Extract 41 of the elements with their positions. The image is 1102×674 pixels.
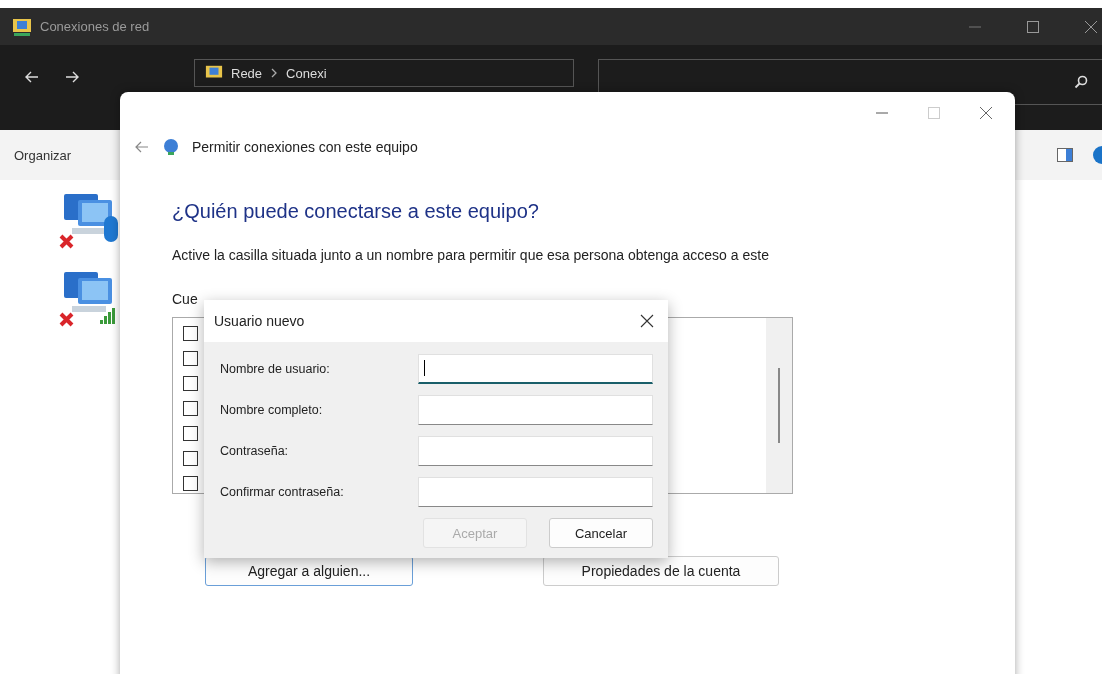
checkbox[interactable] [183, 376, 198, 391]
description: Active la casilla situada junto a un nombre para permitir que esa persona obtenga acceso a este [172, 246, 770, 265]
breadcrumb-item[interactable]: Rede [231, 65, 263, 81]
input-field[interactable] [418, 477, 653, 507]
search-icon [1074, 75, 1088, 89]
chevron-icon [270, 68, 279, 78]
network-folder-icon [12, 16, 32, 37]
breadcrumb-item[interactable]: Conexi [286, 65, 327, 81]
back-arrow-icon[interactable] [24, 69, 40, 85]
checkbox[interactable] [183, 451, 198, 466]
scrollbar[interactable] [766, 318, 792, 493]
input-field[interactable] [418, 354, 653, 384]
dialog-button[interactable]: Agregar a alguien... [205, 556, 413, 586]
preview-pane-icon[interactable] [1057, 148, 1073, 162]
list-label: Cue [172, 291, 199, 307]
checkbox[interactable] [183, 351, 198, 366]
maximize-icon [927, 106, 941, 120]
dialog-button[interactable]: Cancelar [549, 518, 653, 548]
dialog-title: Usuario nuevo [214, 313, 305, 329]
close-icon[interactable] [1084, 19, 1098, 34]
field-label: Confirmar contraseña: [220, 485, 344, 499]
dialog-title: Permitir conexiones con este equipo [192, 139, 418, 155]
dialog-button[interactable]: Propiedades de la cuenta [543, 556, 779, 586]
field-label: Nombre completo: [220, 403, 323, 417]
heading: ¿Quién puede conectarse a este equipo? [172, 200, 540, 223]
checkbox[interactable] [183, 401, 198, 416]
close-icon[interactable] [979, 106, 993, 120]
maximize-icon[interactable] [1026, 19, 1040, 34]
checkbox[interactable] [183, 426, 198, 441]
field-label: Nombre de usuario: [220, 362, 330, 376]
window-title: Conexiones de red [40, 19, 150, 34]
address-bar[interactable]: Rede Conexi [194, 59, 574, 87]
close-icon[interactable] [640, 314, 654, 328]
checkbox[interactable] [183, 476, 198, 491]
field-label: Contraseña: [220, 444, 289, 458]
organize-menu[interactable]: Organizar [14, 147, 72, 163]
checkbox[interactable] [183, 326, 198, 341]
network-icon [162, 138, 180, 156]
input-field[interactable] [418, 436, 653, 466]
forward-arrow-icon[interactable] [64, 69, 80, 85]
input-field[interactable] [418, 395, 653, 425]
